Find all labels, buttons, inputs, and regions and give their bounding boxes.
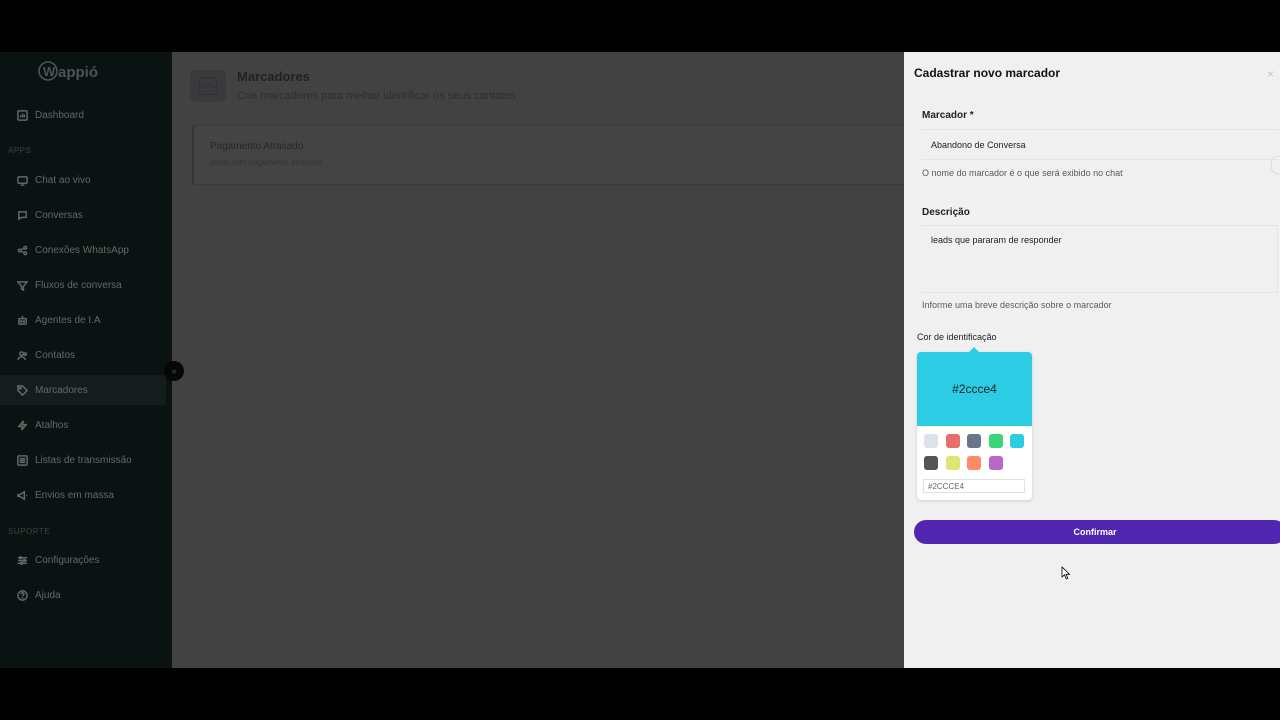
color-swatch[interactable] bbox=[946, 456, 960, 470]
sidebar-collapse-button[interactable]: « bbox=[164, 361, 184, 381]
filter-icon bbox=[17, 280, 28, 291]
color-label: Cor de identificação bbox=[917, 332, 997, 342]
description-label: Descrição bbox=[922, 207, 970, 218]
settings-icon bbox=[17, 555, 28, 566]
new-marker-drawer: Cadastrar novo marcador × Marcador * Aba… bbox=[904, 52, 1280, 668]
confirm-button[interactable]: Confirmar bbox=[914, 520, 1280, 544]
section-label-suporte: SUPORTE bbox=[8, 527, 51, 536]
monitor-icon bbox=[17, 175, 28, 186]
description-hint: Informe uma breve descrição sobre o marc… bbox=[922, 300, 1112, 310]
color-swatch[interactable] bbox=[1010, 434, 1024, 448]
sidebar-item-label: Fluxos de conversa bbox=[35, 279, 122, 291]
sidebar-item-label: Envios em massa bbox=[35, 489, 114, 501]
app-viewport: W appió Dashboard APPS Chat ao vivo Conv… bbox=[0, 52, 1280, 668]
scroll-handle bbox=[1271, 156, 1280, 174]
code-icon: </> bbox=[199, 77, 217, 95]
megaphone-icon bbox=[17, 490, 28, 501]
svg-text:W: W bbox=[43, 64, 56, 79]
help-icon bbox=[17, 589, 28, 601]
main-content: </> Marcadores Crie marcadores para melh… bbox=[172, 52, 912, 668]
color-swatch[interactable] bbox=[967, 456, 981, 470]
sidebar-item-label: Conexões WhatsApp bbox=[35, 244, 129, 256]
tag-description: leads com pagamento atrasado bbox=[210, 158, 323, 167]
sidebar-item-chat-ao-vivo[interactable]: Chat ao vivo bbox=[0, 165, 166, 195]
sidebar-item-listas-de-transmissao[interactable]: Listas de transmissão bbox=[0, 445, 166, 475]
sidebar-item-label: Dashboard bbox=[35, 109, 84, 121]
color-swatch[interactable] bbox=[989, 434, 1003, 448]
picker-arrow bbox=[965, 347, 983, 356]
marker-name-input[interactable]: Abandono de Conversa bbox=[922, 129, 1278, 160]
app-logo: W appió bbox=[38, 58, 112, 88]
sidebar-item-label: Chat ao vivo bbox=[35, 174, 91, 186]
page-icon: </> bbox=[190, 70, 226, 102]
tag-card[interactable]: Pagamento Atrasado leads com pagamento a… bbox=[192, 125, 912, 185]
connections-icon bbox=[17, 245, 28, 256]
sidebar-item-conversas[interactable]: Conversas bbox=[0, 200, 166, 230]
sidebar-item-marcadores[interactable]: Marcadores bbox=[0, 375, 166, 405]
color-swatch[interactable] bbox=[924, 456, 938, 470]
color-swatch[interactable] bbox=[989, 456, 1003, 470]
drawer-title: Cadastrar novo marcador bbox=[914, 66, 1061, 80]
sidebar-item-label: Ajuda bbox=[35, 589, 61, 601]
sidebar-item-label: Contatos bbox=[35, 349, 76, 361]
sidebar-item-configuracoes[interactable]: Configurações bbox=[0, 545, 166, 575]
color-preview: #2ccce4 bbox=[917, 352, 1032, 426]
section-label-apps: APPS bbox=[8, 146, 32, 155]
sidebar-item-label: Conversas bbox=[35, 209, 83, 221]
tag-icon bbox=[17, 384, 28, 396]
sidebar-item-dashboard[interactable]: Dashboard bbox=[0, 100, 166, 130]
sidebar-item-label: Configurações bbox=[35, 554, 100, 566]
bolt-icon bbox=[17, 419, 28, 431]
close-icon[interactable]: × bbox=[1267, 67, 1274, 81]
robot-icon bbox=[17, 315, 28, 326]
mouse-cursor-icon bbox=[1061, 566, 1071, 580]
dashboard-icon bbox=[17, 109, 28, 121]
sidebar-item-ajuda[interactable]: Ajuda bbox=[0, 580, 166, 610]
marker-label: Marcador * bbox=[922, 110, 974, 121]
sidebar-item-label: Listas de transmissão bbox=[35, 454, 132, 466]
sidebar-item-envios-em-massa[interactable]: Envios em massa bbox=[0, 480, 166, 510]
marker-hint: O nome do marcador é o que será exibido … bbox=[922, 168, 1123, 178]
tag-name: Pagamento Atrasado bbox=[210, 141, 304, 152]
chat-icon bbox=[17, 210, 28, 221]
page-subtitle: Crie marcadores para melhor identificar … bbox=[237, 90, 516, 102]
sidebar-item-atalhos[interactable]: Atalhos bbox=[0, 410, 166, 440]
sidebar: W appió Dashboard APPS Chat ao vivo Conv… bbox=[0, 52, 172, 668]
sidebar-item-contatos[interactable]: Contatos bbox=[0, 340, 166, 370]
sidebar-item-label: Atalhos bbox=[35, 419, 69, 431]
color-swatch[interactable] bbox=[924, 434, 938, 448]
list-icon bbox=[17, 454, 28, 466]
sidebar-item-label: Agentes de I.A bbox=[35, 314, 101, 326]
description-textarea[interactable]: leads que pararam de responder bbox=[922, 225, 1278, 293]
sidebar-item-fluxos-de-conversa[interactable]: Fluxos de conversa bbox=[0, 270, 166, 300]
color-swatch[interactable] bbox=[967, 434, 981, 448]
hex-color-input[interactable]: #2CCCE4 bbox=[923, 479, 1025, 493]
color-swatch[interactable] bbox=[946, 434, 960, 448]
sidebar-item-conexoes-whatsapp[interactable]: Conexões WhatsApp bbox=[0, 235, 166, 265]
sidebar-item-label: Marcadores bbox=[35, 384, 88, 396]
contacts-icon bbox=[17, 350, 28, 361]
page-title: Marcadores bbox=[237, 69, 310, 84]
svg-text:appió: appió bbox=[58, 64, 98, 81]
color-picker: #2ccce4 #2CCCE4 bbox=[917, 347, 1032, 500]
sidebar-item-agentes-ia[interactable]: Agentes de I.A bbox=[0, 305, 166, 335]
